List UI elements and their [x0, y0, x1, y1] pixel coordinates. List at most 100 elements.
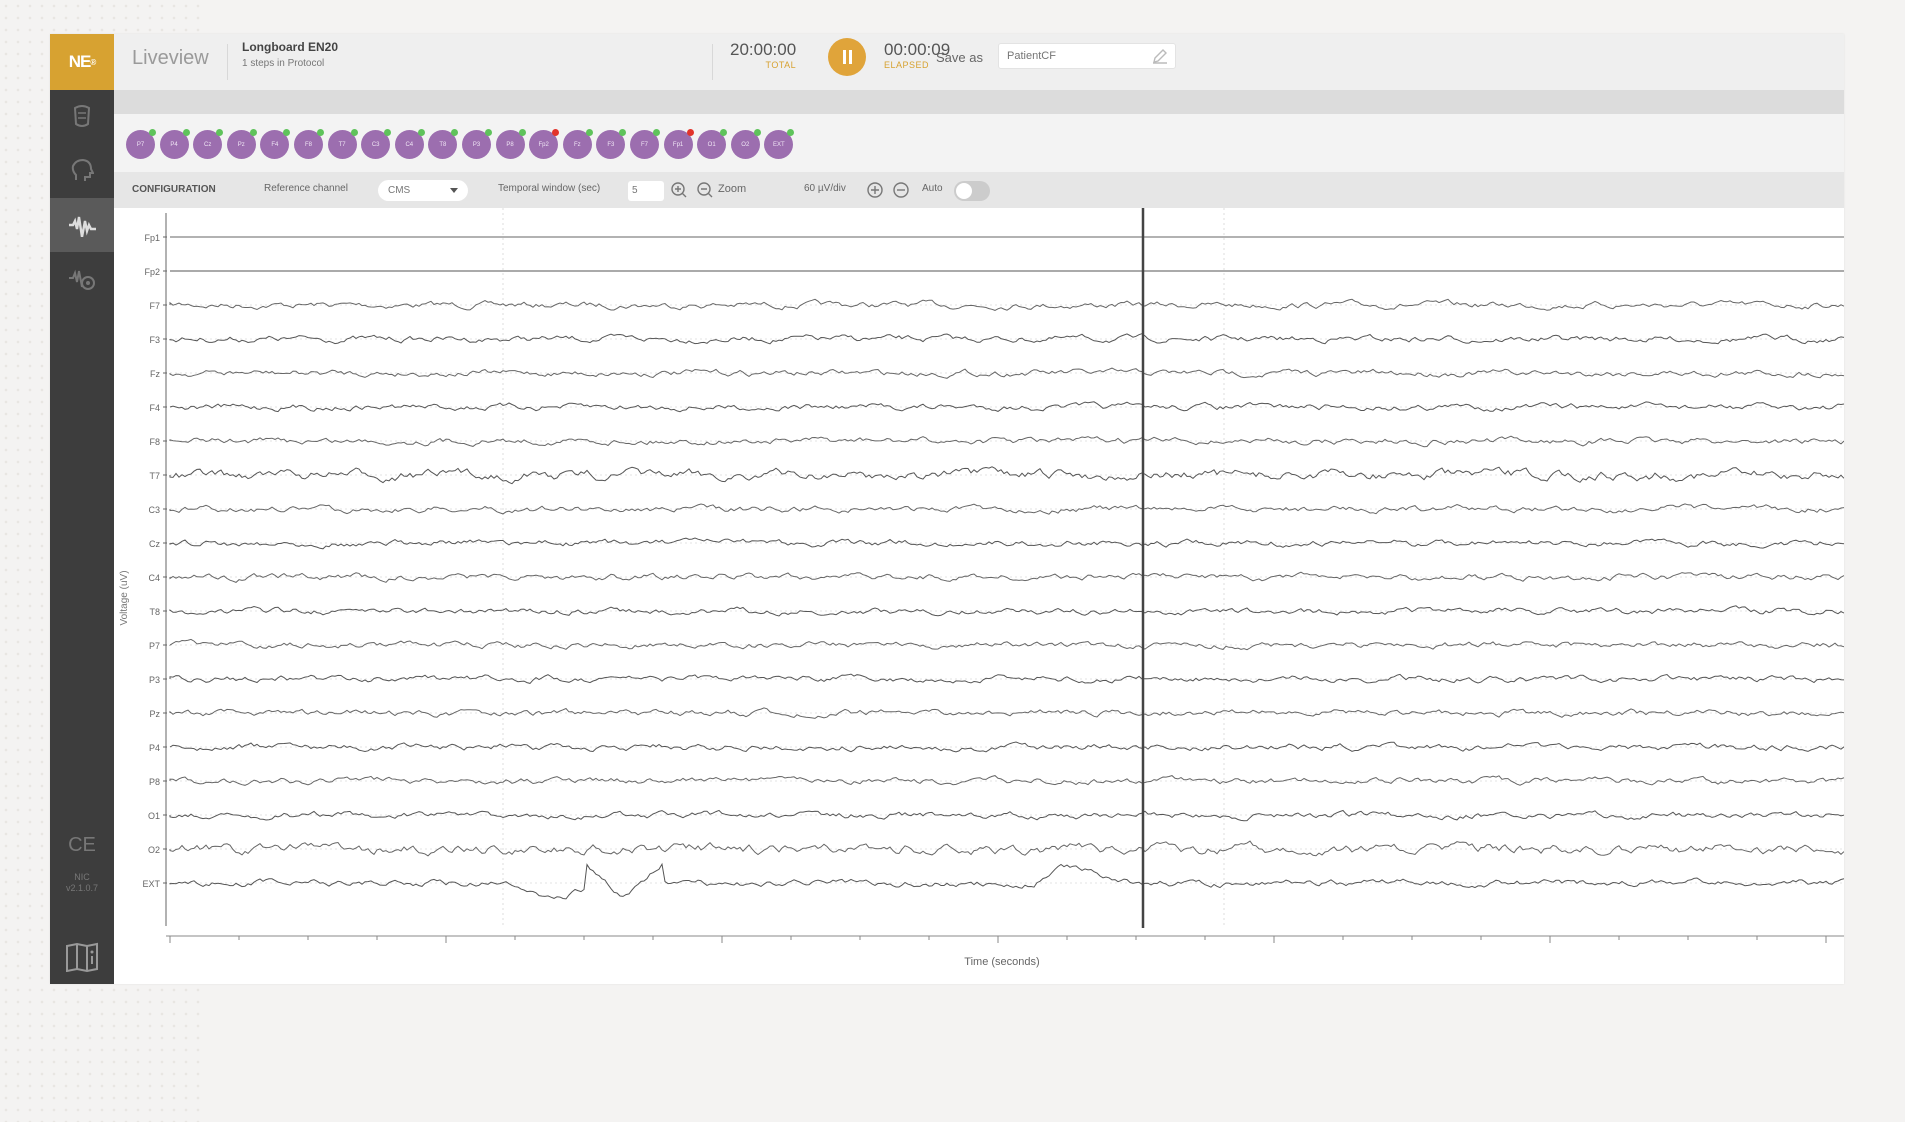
- electrode-label: F3: [607, 141, 615, 148]
- electrode-label: F8: [304, 141, 312, 148]
- electrode-status-dot: [787, 129, 795, 136]
- pause-button[interactable]: [828, 38, 866, 76]
- header-divider: [712, 44, 713, 80]
- x-axis-label: Time (seconds): [964, 956, 1039, 968]
- electrode-status-dot: [384, 129, 392, 136]
- electrode-f8[interactable]: F8: [294, 129, 324, 159]
- sidebar-item-manual[interactable]: [50, 930, 114, 984]
- zoom-label: Zoom: [718, 183, 747, 195]
- sidebar-item-stimulation[interactable]: [50, 252, 114, 306]
- electrode-label: F7: [640, 141, 648, 148]
- configuration-bar: CONFIGURATION Reference channel CMS Temp…: [114, 172, 1844, 208]
- edit-icon[interactable]: [1152, 48, 1168, 64]
- electrode-p4[interactable]: P4: [159, 129, 190, 159]
- electrode-t7[interactable]: T7: [327, 129, 358, 159]
- electrode-label: Fz: [573, 141, 581, 148]
- zoom-in-icon[interactable]: [670, 181, 688, 199]
- electrode-status-dot: [149, 129, 156, 136]
- channel-label: P3: [149, 675, 160, 685]
- electrode-status-dot: [417, 129, 425, 136]
- electrode-fp1[interactable]: Fp1: [663, 129, 694, 159]
- sidebar-item-head[interactable]: [50, 144, 114, 198]
- electrode-status-dot: [653, 129, 660, 136]
- save-as-input[interactable]: [998, 43, 1176, 69]
- electrode-o1[interactable]: O1: [697, 129, 728, 159]
- electrode-cz[interactable]: Cz: [193, 129, 224, 159]
- electrode-label: P8: [506, 141, 514, 148]
- channel-label: T7: [149, 471, 160, 481]
- electrode-fp2[interactable]: Fp2: [529, 129, 560, 159]
- header-subbar: [114, 90, 1844, 114]
- electrode-p7[interactable]: P7: [126, 129, 156, 159]
- trace-t7: [169, 466, 1844, 485]
- electrode-status-dot: [552, 129, 560, 136]
- cap-icon: [73, 105, 91, 127]
- channel-label: Pz: [149, 709, 160, 719]
- scale-increase-icon[interactable]: [866, 181, 884, 199]
- electrode-o2[interactable]: O2: [730, 129, 761, 159]
- sidebar-item-cap[interactable]: [50, 90, 114, 144]
- sidebar: NE ® CE NIC v2.1.0.7: [50, 34, 114, 984]
- channel-label: P7: [149, 641, 160, 651]
- electrode-label: Pz: [237, 141, 245, 148]
- electrode-label: Fp1: [672, 141, 684, 148]
- trace-f4: [169, 401, 1844, 413]
- electrode-status-dot: [619, 129, 627, 136]
- electrode-f3[interactable]: F3: [596, 129, 627, 159]
- eeg-chart: Voltage (uV) Time (seconds) Fp1 Fp2 F7 F3 Fz…: [114, 208, 1844, 984]
- total-time-label: TOTAL: [765, 60, 797, 70]
- electrode-bar: P7 P4 Cz Pz F4 F8 T7 C3 C4 T8 P3 P8 Fp2 Fz F3 F7 Fp1 O1 O2…: [114, 114, 1844, 172]
- auto-label: Auto: [922, 183, 943, 194]
- trace-p7: [169, 638, 1844, 651]
- pause-icon: [842, 50, 852, 64]
- electrode-fz[interactable]: Fz: [562, 129, 593, 159]
- reference-channel-select[interactable]: CMS: [378, 180, 468, 201]
- channel-label: O1: [148, 811, 160, 821]
- app-window: NE ® CE NIC v2.1.0.7 Liveview Longboard E…: [50, 34, 1844, 984]
- ce-mark: CE: [68, 834, 96, 856]
- channel-label: F7: [149, 301, 160, 311]
- channel-label: T8: [149, 607, 160, 617]
- total-time-box: 20:00:00 TOTAL: [730, 40, 796, 70]
- trace-cz: [169, 537, 1844, 550]
- trace-ext: [169, 862, 1844, 900]
- electrode-label: P7: [136, 141, 145, 148]
- electrode-f4[interactable]: F4: [260, 129, 291, 159]
- electrode-f7[interactable]: F7: [630, 129, 660, 159]
- electrode-label: Fp2: [538, 141, 549, 148]
- electrode-label: T8: [439, 141, 447, 148]
- temporal-window-input[interactable]: 5: [628, 181, 664, 201]
- electrode-status-dot: [753, 129, 761, 136]
- channel-label: O2: [148, 845, 160, 855]
- electrode-t8[interactable]: T8: [428, 129, 459, 159]
- protocol-name: Longboard EN20: [242, 40, 339, 54]
- zoom-out-icon[interactable]: [696, 181, 714, 199]
- sidebar-item-liveview[interactable]: [50, 198, 114, 252]
- electrode-status-dot: [249, 129, 257, 136]
- electrode-label: O1: [707, 141, 716, 148]
- channel-label: Fp1: [144, 233, 160, 243]
- trace-p8: [169, 775, 1844, 786]
- auto-toggle[interactable]: [954, 181, 990, 201]
- channel-label: Fp2: [144, 267, 160, 277]
- electrode-label: C3: [371, 141, 380, 148]
- head-icon: [71, 158, 94, 181]
- channel-label: Cz: [149, 539, 160, 549]
- electrode-p3[interactable]: P3: [462, 129, 492, 159]
- electrode-ext[interactable]: EXT: [764, 129, 795, 159]
- electrode-label: EXT: [773, 141, 785, 148]
- channel-label: P4: [149, 743, 160, 753]
- protocol-steps: 1 steps in Protocol: [242, 58, 325, 69]
- electrode-status-dot: [485, 129, 492, 136]
- electrode-status-dot: [451, 129, 459, 136]
- electrode-c4[interactable]: C4: [394, 129, 425, 159]
- electrode-label: P4: [170, 141, 178, 148]
- electrode-pz[interactable]: Pz: [226, 129, 257, 159]
- reference-channel-value: CMS: [388, 185, 411, 196]
- electrode-p8[interactable]: P8: [495, 129, 526, 159]
- electrode-c3[interactable]: C3: [361, 129, 392, 159]
- app-logo[interactable]: NE ®: [50, 34, 114, 90]
- scale-decrease-icon[interactable]: [892, 181, 910, 199]
- electrode-label: T7: [338, 141, 346, 148]
- trace-c4: [169, 571, 1844, 583]
